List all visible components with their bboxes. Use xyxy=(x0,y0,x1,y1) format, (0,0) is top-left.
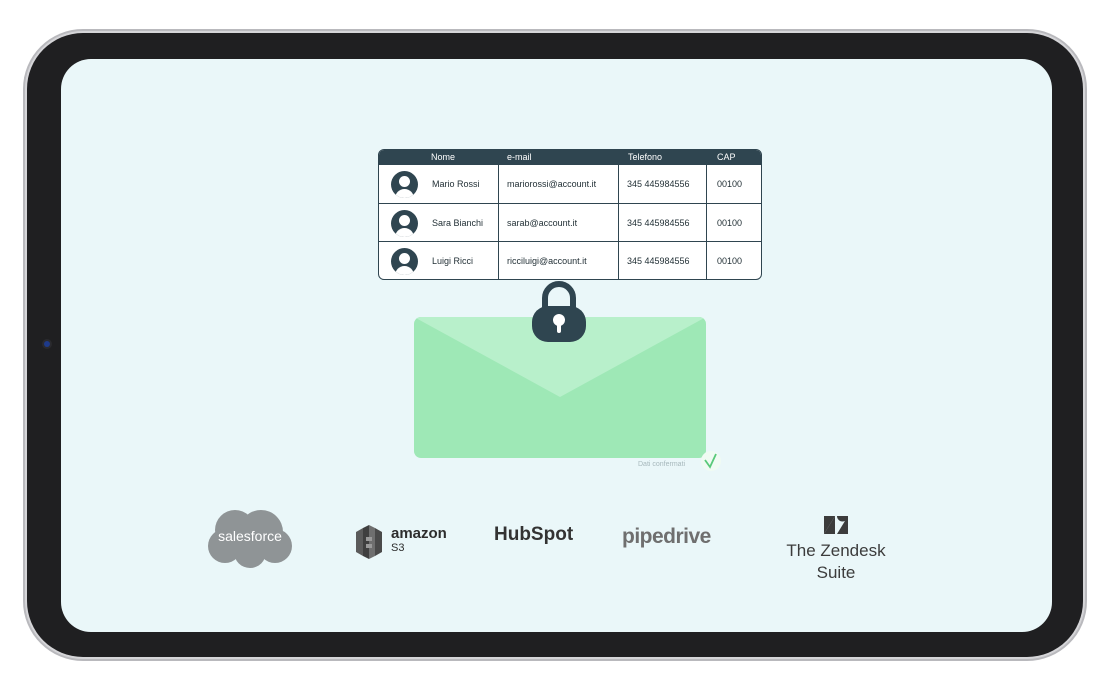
pipedrive-logo-text: pipedrive xyxy=(622,525,711,548)
header-telefono: Telefono xyxy=(628,152,663,162)
amazon-logo-text: amazon xyxy=(391,525,447,542)
header-cap: CAP xyxy=(717,152,736,162)
cell-email: sarab@account.it xyxy=(507,218,578,228)
cell-cap: 00100 xyxy=(717,218,743,228)
cell-phone: 345 445984556 xyxy=(627,218,690,228)
avatar-icon xyxy=(391,248,418,275)
cell-cap: 00100 xyxy=(717,179,743,189)
cell-phone: 345 445984556 xyxy=(627,256,690,266)
cell-name: Sara Bianchi xyxy=(432,218,484,228)
table-header: Nome e-mail Telefono CAP xyxy=(379,150,761,165)
s3-logo-icon xyxy=(356,525,382,559)
lock-icon xyxy=(532,281,586,342)
header-email: e-mail xyxy=(507,152,532,162)
check-icon xyxy=(701,451,721,471)
cell-email: mariorossi@account.it xyxy=(507,179,597,189)
table-row: Luigi Ricci ricciluigi@account.it 345 44… xyxy=(379,241,761,279)
cell-email: ricciluigi@account.it xyxy=(507,256,587,266)
cell-name: Mario Rossi xyxy=(432,179,480,189)
column-divider xyxy=(618,165,619,279)
avatar-icon xyxy=(391,171,418,198)
confirmed-label: Dati confermati xyxy=(638,461,686,468)
zendesk-logo-text: The Zendesk Suite xyxy=(786,541,886,582)
salesforce-logo-text: salesforce xyxy=(218,528,282,544)
table-row: Mario Rossi mariorossi@account.it 345 44… xyxy=(379,165,761,203)
column-divider xyxy=(498,165,499,279)
column-divider xyxy=(706,165,707,279)
avatar-icon xyxy=(391,210,418,237)
tablet-screen: Nome e-mail Telefono CAP Mario Rossi mar… xyxy=(61,59,1052,632)
header-nome: Nome xyxy=(431,152,456,162)
cell-name: Luigi Ricci xyxy=(432,256,474,266)
camera xyxy=(44,341,50,347)
hubspot-logo-text: HubSpot xyxy=(494,524,574,545)
table-row: Sara Bianchi sarab@account.it 345 445984… xyxy=(379,203,761,242)
contacts-table: Nome e-mail Telefono CAP Mario Rossi mar… xyxy=(378,149,762,280)
cell-phone: 345 445984556 xyxy=(627,179,690,189)
zendesk-logo-icon xyxy=(824,516,848,534)
cell-cap: 00100 xyxy=(717,256,743,266)
s3-logo-text: S3 xyxy=(391,542,405,554)
